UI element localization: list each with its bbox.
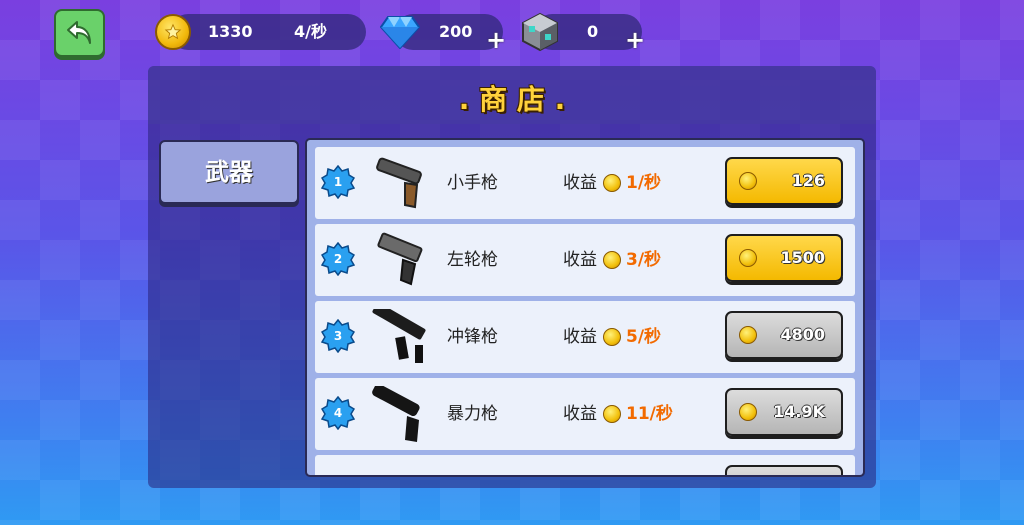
weapon-name: 暴力枪 <box>447 404 498 424</box>
back-arrow-icon <box>66 21 91 44</box>
pistol-icon <box>376 157 422 209</box>
level-number: 3 <box>333 329 343 343</box>
price-label: 126 <box>791 171 825 190</box>
cube-amount: 0 <box>587 22 599 41</box>
coin-icon <box>739 326 757 344</box>
price-label: 4800 <box>780 325 825 344</box>
income-value: 1/秒 <box>626 173 662 193</box>
weapon-list[interactable]: 1 小手枪 收益 1/秒 126 2 左轮枪 收益 3/秒 1500 3 冲锋枪… <box>305 138 865 477</box>
income-value: 11/秒 <box>626 404 673 424</box>
buy-button[interactable]: 126 <box>725 157 843 205</box>
level-number: 4 <box>333 406 343 420</box>
buy-button-partial[interactable] <box>725 465 843 475</box>
weapon-row: 4 暴力枪 收益 11/秒 14.9K <box>315 378 855 450</box>
coin-icon <box>603 405 621 423</box>
income-value: 5/秒 <box>626 327 662 347</box>
weapon-name: 小手枪 <box>447 173 498 193</box>
income-value: 3/秒 <box>626 250 662 270</box>
coin-icon <box>603 251 621 269</box>
level-number: 1 <box>333 175 343 189</box>
diamond-amount: 200 <box>439 22 473 41</box>
price-label: 14.9K <box>773 402 825 421</box>
buy-button[interactable]: 4800 <box>725 311 843 359</box>
add-cube-button[interactable]: + <box>625 28 645 52</box>
cube-icon <box>522 12 558 52</box>
gold-counter: 1330 4/秒 <box>170 14 366 50</box>
desert-eagle-icon <box>377 232 423 286</box>
smg-icon <box>372 309 426 363</box>
add-diamond-button[interactable]: + <box>486 28 506 52</box>
coin-icon <box>603 328 621 346</box>
income-label: 收益 <box>563 250 597 270</box>
gold-rate: 4/秒 <box>294 22 327 41</box>
income-label: 收益 <box>563 173 597 193</box>
level-badge: 1 <box>320 164 356 200</box>
level-badge: 2 <box>320 241 356 277</box>
weapon-row: 3 冲锋枪 收益 5/秒 4800 <box>315 301 855 373</box>
weapon-row-partial <box>315 455 855 475</box>
buy-button[interactable]: 14.9K <box>725 388 843 436</box>
level-badge: 3 <box>320 318 356 354</box>
coin-icon <box>603 174 621 192</box>
weapon-name: 冲锋枪 <box>447 327 498 347</box>
gold-coin-icon <box>155 14 191 50</box>
back-button[interactable] <box>54 9 105 57</box>
level-number: 2 <box>333 252 343 266</box>
level-badge: 4 <box>320 395 356 431</box>
coin-icon <box>739 172 757 190</box>
income-label: 收益 <box>563 404 597 424</box>
buy-button[interactable]: 1500 <box>725 234 843 282</box>
coin-icon <box>739 249 757 267</box>
price-label: 1500 <box>780 248 825 267</box>
shop-title: . 商 店 . <box>458 83 566 116</box>
diamond-icon <box>380 16 420 49</box>
income-label: 收益 <box>563 327 597 347</box>
shotgun-icon <box>372 386 420 442</box>
tab-weapons[interactable]: 武器 <box>159 140 299 204</box>
coin-icon <box>739 403 757 421</box>
gold-amount: 1330 <box>208 22 253 41</box>
weapon-name: 左轮枪 <box>447 250 498 270</box>
weapon-row: 1 小手枪 收益 1/秒 126 <box>315 147 855 219</box>
weapon-row: 2 左轮枪 收益 3/秒 1500 <box>315 224 855 296</box>
